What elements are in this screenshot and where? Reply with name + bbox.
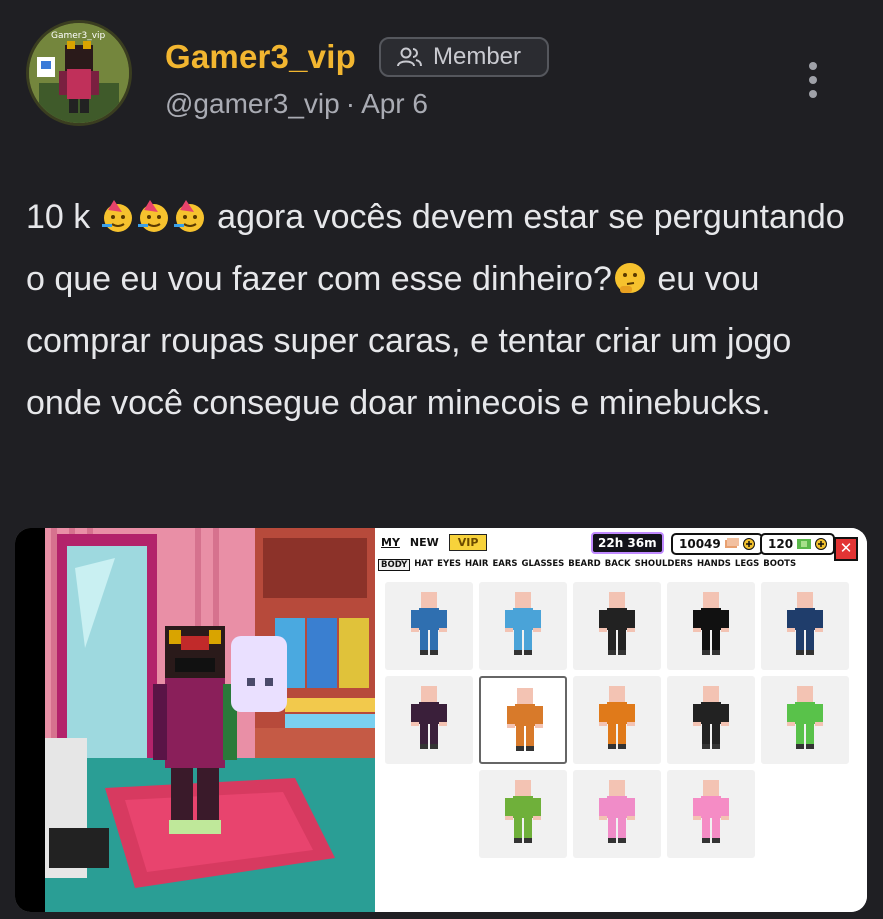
outfit-figure xyxy=(599,780,635,843)
outfit-figure xyxy=(599,686,635,749)
category-tab-legs[interactable]: LEGS xyxy=(735,559,759,571)
empty-slot xyxy=(761,770,849,858)
category-tab-hands[interactable]: HANDS xyxy=(697,559,731,571)
plus-icon xyxy=(742,538,755,550)
sale-timer: 22h 36m xyxy=(591,532,664,554)
tab-my[interactable]: MY xyxy=(381,536,400,549)
coins-value: 10049 xyxy=(679,537,721,551)
outfit-figure xyxy=(693,686,729,749)
game-scene-image xyxy=(15,528,375,912)
shop-panel: MY NEW VIP 22h 36m 10049 120 ✕ BODY HAT EY… xyxy=(375,528,867,912)
avatar-tag: Gamer3_vip xyxy=(51,31,106,41)
close-button[interactable]: ✕ xyxy=(834,537,858,561)
partying-face-emoji xyxy=(101,200,132,232)
category-tab-hair[interactable]: HAIR xyxy=(465,559,488,571)
outfit-item[interactable] xyxy=(667,676,755,764)
outfit-figure xyxy=(599,592,635,655)
category-tab-ears[interactable]: EARS xyxy=(492,559,517,571)
author-avatar[interactable]: Gamer3_vip xyxy=(26,20,132,126)
users-icon xyxy=(397,47,422,67)
more-vertical-icon[interactable] xyxy=(806,62,820,98)
thinking-face-emoji xyxy=(614,263,645,293)
bucks-counter[interactable]: 120 xyxy=(760,533,836,555)
outfit-item[interactable] xyxy=(667,582,755,670)
partying-face-emoji xyxy=(137,200,168,232)
category-tab-shoulders[interactable]: SHOULDERS xyxy=(635,559,693,571)
outfit-item[interactable] xyxy=(573,582,661,670)
member-badge: Member xyxy=(379,37,549,77)
outfit-figure xyxy=(787,686,823,749)
outfit-figure xyxy=(787,592,823,655)
shop-tabs: MY NEW VIP xyxy=(381,534,488,551)
outfit-item[interactable] xyxy=(479,582,567,670)
post-text: 10 k agora vocês devem estar se pergunta… xyxy=(26,186,866,434)
plus-icon xyxy=(815,538,828,550)
outfit-item[interactable] xyxy=(761,676,849,764)
outfit-item[interactable] xyxy=(385,582,473,670)
tab-vip[interactable]: VIP xyxy=(448,534,488,551)
category-tab-back[interactable]: BACK xyxy=(605,559,631,571)
outfit-item[interactable] xyxy=(761,582,849,670)
outfit-figure xyxy=(505,592,541,655)
outfit-grid xyxy=(385,582,849,858)
category-tab-glasses[interactable]: GLASSES xyxy=(522,559,565,571)
post-media[interactable]: MY NEW VIP 22h 36m 10049 120 ✕ BODY HAT EY… xyxy=(15,528,867,912)
post-text-part-1: 10 k xyxy=(26,198,91,236)
author-display-name[interactable]: Gamer3_vip xyxy=(165,38,356,76)
outfit-figure xyxy=(411,592,447,655)
coins-counter[interactable]: 10049 xyxy=(671,533,763,555)
outfit-item[interactable] xyxy=(573,770,661,858)
category-tab-eyes[interactable]: EYES xyxy=(437,559,461,571)
category-tab-body[interactable]: BODY xyxy=(378,559,411,571)
outfit-figure xyxy=(411,686,447,749)
category-tabs: BODY HAT EYES HAIR EARS GLASSES BEARD BACK SHOUL… xyxy=(378,559,796,571)
partying-face-emoji xyxy=(173,200,204,232)
tab-new[interactable]: NEW xyxy=(410,536,439,549)
category-tab-boots[interactable]: BOOTS xyxy=(763,559,796,571)
member-badge-label: Member xyxy=(433,43,522,70)
outfit-item[interactable] xyxy=(479,770,567,858)
outfit-figure xyxy=(693,592,729,655)
bucks-value: 120 xyxy=(768,537,794,551)
outfit-figure xyxy=(693,780,729,843)
outfit-item[interactable] xyxy=(479,676,567,764)
minebucks-icon xyxy=(797,539,812,549)
author-handle[interactable]: @gamer3_vip xyxy=(165,88,340,119)
author-meta: @gamer3_vip · Apr 6 xyxy=(165,88,428,120)
empty-slot xyxy=(385,770,473,858)
meta-separator: · xyxy=(345,88,356,119)
outfit-figure xyxy=(505,780,541,843)
category-tab-beard[interactable]: BEARD xyxy=(568,559,600,571)
outfit-item[interactable] xyxy=(573,676,661,764)
post-date[interactable]: Apr 6 xyxy=(361,88,428,119)
outfit-figure xyxy=(507,688,543,751)
outfit-item[interactable] xyxy=(385,676,473,764)
minecoin-icon xyxy=(724,538,739,548)
outfit-item[interactable] xyxy=(667,770,755,858)
category-tab-hat[interactable]: HAT xyxy=(414,559,433,571)
